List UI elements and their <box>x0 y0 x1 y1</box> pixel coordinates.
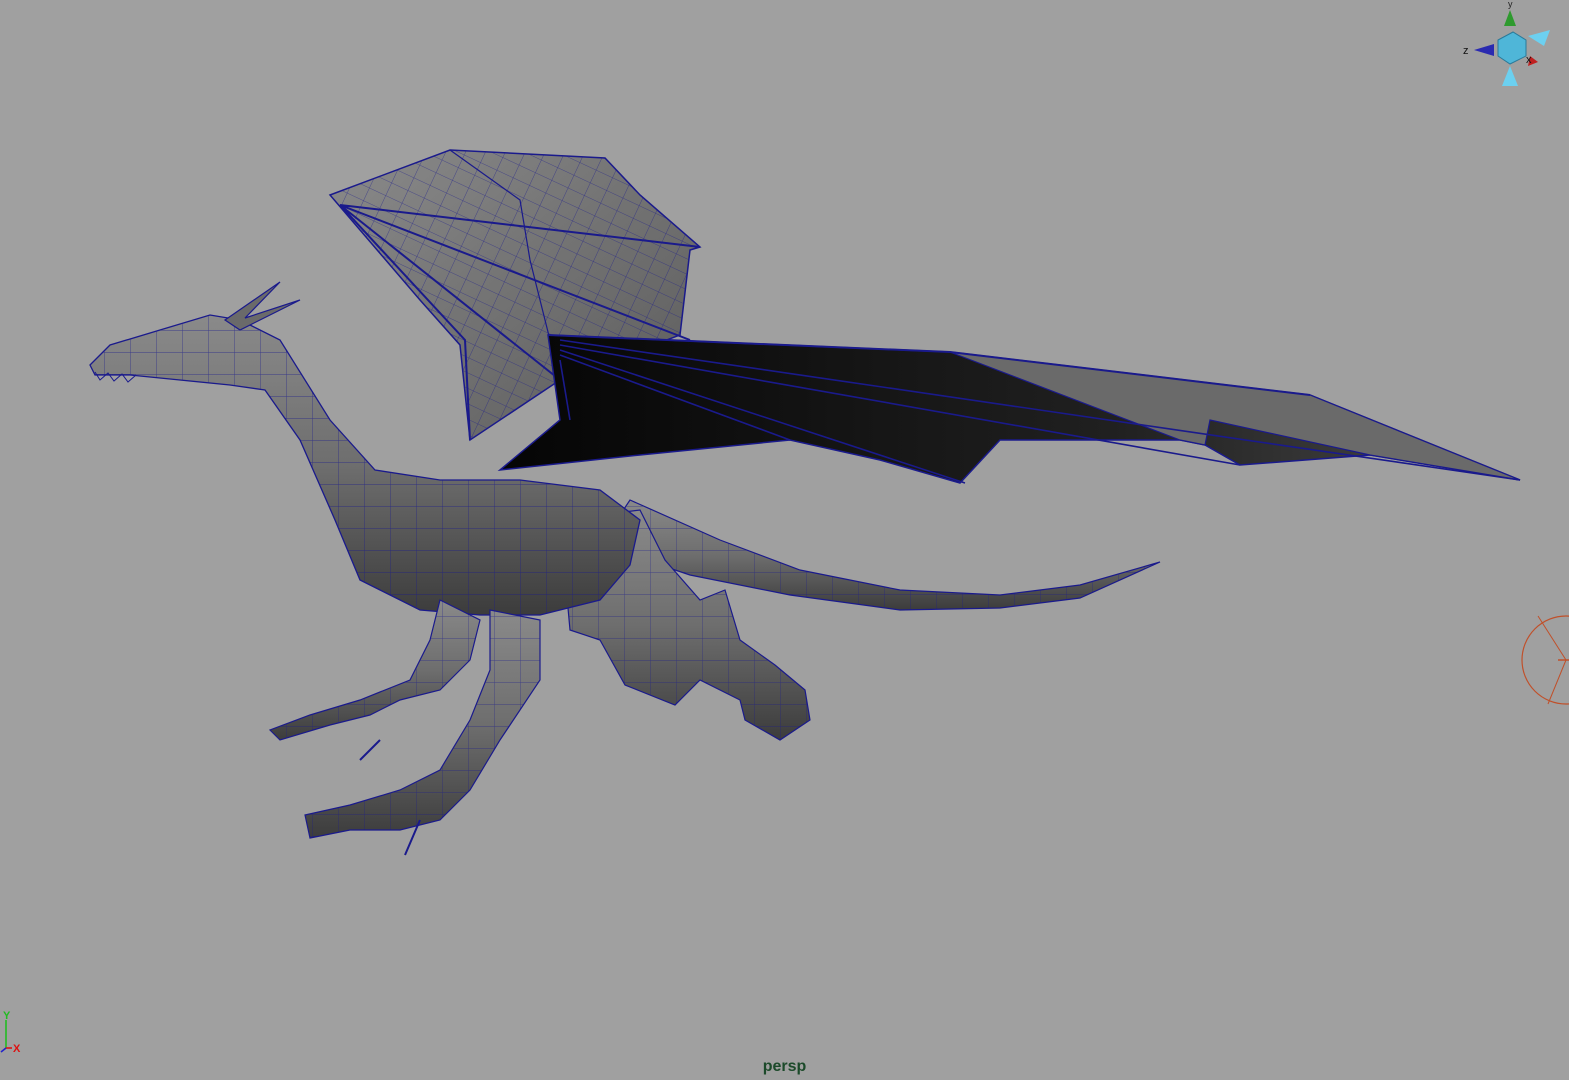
persp-viewport[interactable]: y z x Y X persp <box>0 0 1569 1080</box>
view-cube-x-label: x <box>1526 54 1532 66</box>
z-cone <box>1474 44 1494 56</box>
view-cube-z-label: z <box>1463 45 1469 57</box>
view-cube-y-label: y <box>1508 0 1513 9</box>
front-legs <box>268 599 541 856</box>
y-cone <box>1504 10 1516 26</box>
camera-name-label: persp <box>762 1058 807 1075</box>
front-wing <box>497 334 1521 484</box>
spotlight-icon[interactable] <box>1518 608 1569 712</box>
dragon-mesh-icon[interactable] <box>0 0 1569 1080</box>
view-cube-icon[interactable]: y z x <box>1458 0 1558 92</box>
origin-y-label: Y <box>3 1010 11 1022</box>
origin-axis-icon: Y X <box>0 1010 21 1055</box>
origin-x-label: X <box>13 1043 21 1055</box>
